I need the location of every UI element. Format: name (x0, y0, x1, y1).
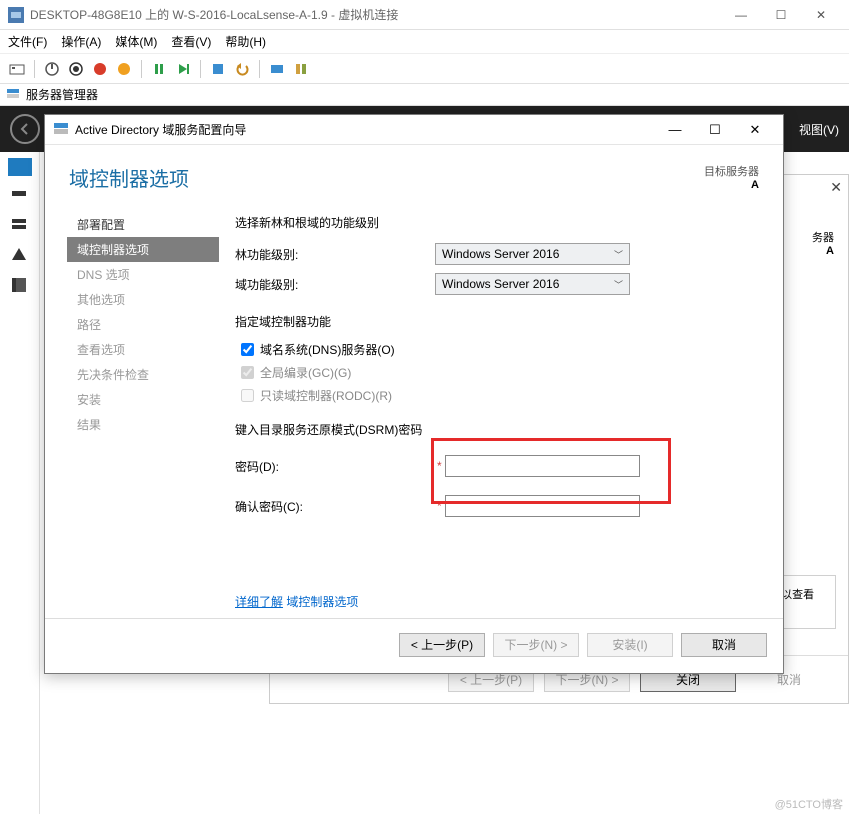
forest-level-combo[interactable]: Windows Server 2016﹀ (435, 243, 630, 265)
close-button[interactable]: ✕ (801, 1, 841, 29)
server-manager-titlebar: 服务器管理器 (0, 84, 849, 106)
minimize-button[interactable]: — (721, 1, 761, 29)
start-icon[interactable] (43, 60, 61, 78)
menu-file[interactable]: 文件(F) (8, 33, 47, 50)
menu-action[interactable]: 操作(A) (61, 33, 101, 50)
stop-icon[interactable] (91, 60, 109, 78)
wizard-title: Active Directory 域服务配置向导 (75, 121, 655, 138)
password-label: 密码(D): (235, 458, 435, 475)
gc-checkbox: 全局编录(GC)(G) (241, 364, 755, 381)
menu-view[interactable]: 查看(V) (171, 33, 211, 50)
maximize-button[interactable]: ☐ (761, 1, 801, 29)
nav-other: 其他选项 (67, 287, 219, 312)
server-manager-icon (6, 88, 20, 102)
separator (200, 60, 201, 78)
nav-install: 安装 (67, 387, 219, 412)
wizard-minimize-button[interactable]: — (655, 116, 695, 144)
dns-checkbox[interactable]: 域名系统(DNS)服务器(O) (241, 341, 755, 358)
all-servers-icon[interactable] (10, 216, 30, 236)
select-levels-label: 选择新林和根域的功能级别 (235, 214, 755, 231)
shutdown-icon[interactable] (67, 60, 85, 78)
wizard-titlebar: Active Directory 域服务配置向导 — ☐ ✕ (45, 115, 783, 145)
vm-titlebar: DESKTOP-48G8E10 上的 W-S-2016-LocaLsense-A… (0, 0, 849, 30)
adds-icon[interactable] (10, 246, 30, 266)
domain-level-label: 域功能级别: (235, 276, 435, 293)
file-services-icon[interactable] (10, 276, 30, 296)
next-button: 下一步(N) > (493, 633, 579, 657)
wizard-icon (53, 122, 69, 138)
separator (141, 60, 142, 78)
wizard-heading: 域控制器选项 (69, 163, 189, 192)
ctrl-alt-del-icon[interactable] (8, 60, 26, 78)
highlight-box (431, 438, 671, 504)
menu-media[interactable]: 媒体(M) (115, 33, 157, 50)
nav-dc-options[interactable]: 域控制器选项 (67, 237, 219, 262)
specify-caps-label: 指定域控制器功能 (235, 313, 755, 330)
menu-help[interactable]: 帮助(H) (225, 33, 266, 50)
forest-level-label: 林功能级别: (235, 246, 435, 263)
chevron-down-icon: ﹀ (614, 278, 623, 291)
install-button: 安装(I) (587, 633, 673, 657)
server-manager-sidebar (0, 152, 40, 814)
reset-icon[interactable] (174, 60, 192, 78)
vm-menubar: 文件(F) 操作(A) 媒体(M) 查看(V) 帮助(H) (0, 30, 849, 54)
wizard-close-button[interactable]: ✕ (735, 116, 775, 144)
wizard-content: 选择新林和根域的功能级别 林功能级别: Windows Server 2016﹀… (219, 198, 779, 618)
bg-target-server: 务器A (812, 229, 834, 257)
vm-toolbar (0, 54, 849, 84)
local-server-icon[interactable] (10, 186, 30, 206)
header-view-menu[interactable]: 视图(V) (799, 121, 839, 138)
prev-button[interactable]: < 上一步(P) (399, 633, 485, 657)
vm-icon (8, 7, 24, 23)
dsrm-prompt-label: 键入目录服务还原模式(DSRM)密码 (235, 421, 755, 438)
more-info-link[interactable]: 详细了解 域控制器选项 (235, 593, 755, 610)
nav-review: 查看选项 (67, 337, 219, 362)
wizard-maximize-button[interactable]: ☐ (695, 116, 735, 144)
vm-title: DESKTOP-48G8E10 上的 W-S-2016-LocaLsense-A… (30, 6, 721, 23)
server-manager-title: 服务器管理器 (26, 86, 98, 103)
rodc-checkbox: 只读域控制器(RODC)(R) (241, 387, 755, 404)
nav-dns: DNS 选项 (67, 262, 219, 287)
pause-icon[interactable] (150, 60, 168, 78)
nav-prereq: 先决条件检查 (67, 362, 219, 387)
domain-level-combo[interactable]: Windows Server 2016﹀ (435, 273, 630, 295)
adds-wizard-dialog: Active Directory 域服务配置向导 — ☐ ✕ 域控制器选项 目标… (44, 114, 784, 674)
revert-icon[interactable] (233, 60, 251, 78)
nav-deploy[interactable]: 部署配置 (67, 212, 219, 237)
confirm-password-label: 确认密码(C): (235, 498, 435, 515)
cancel-button[interactable]: 取消 (681, 633, 767, 657)
target-server-label: 目标服务器A (704, 163, 759, 191)
wizard-footer: < 上一步(P) 下一步(N) > 安装(I) 取消 (45, 618, 783, 670)
watermark: @51CTO博客 (775, 796, 843, 812)
share-icon[interactable] (292, 60, 310, 78)
checkpoint-icon[interactable] (209, 60, 227, 78)
wizard-nav: 部署配置 域控制器选项 DNS 选项 其他选项 路径 查看选项 先决条件检查 安… (49, 198, 219, 618)
chevron-down-icon: ﹀ (614, 248, 623, 261)
nav-paths: 路径 (67, 312, 219, 337)
back-button[interactable] (10, 114, 40, 144)
save-icon[interactable] (115, 60, 133, 78)
dashboard-icon[interactable] (8, 158, 32, 176)
separator (34, 60, 35, 78)
nav-result: 结果 (67, 412, 219, 437)
enhanced-icon[interactable] (268, 60, 286, 78)
bg-close-button[interactable]: ✕ (830, 179, 842, 196)
separator (259, 60, 260, 78)
